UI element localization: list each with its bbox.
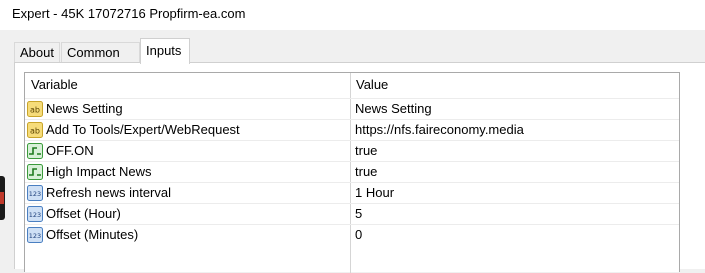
column-header-variable[interactable]: Variable [31,77,78,92]
variable-name: OFF.ON [46,143,94,158]
variable-name: High Impact News [46,164,152,179]
variable-name: Offset (Hour) [46,206,121,221]
variable-value[interactable]: 0 [355,227,362,242]
variable-name: Offset (Minutes) [46,227,139,242]
svg-text:ab: ab [30,106,40,115]
variable-value[interactable]: https://nfs.faireconomy.media [355,122,524,137]
bool-type-icon [27,143,43,159]
table-row[interactable]: ab Add To Tools/Expert/WebRequest https:… [25,119,679,141]
variable-value[interactable]: News Setting [355,101,432,116]
table-row[interactable]: 123 Refresh news interval 1 Hour [25,182,679,204]
variable-name: News Setting [46,101,123,116]
tab-about[interactable]: About [14,42,60,63]
string-type-icon: ab [27,122,43,138]
table-row[interactable]: High Impact News true [25,161,679,183]
variable-value[interactable]: true [355,164,377,179]
bool-type-icon [27,164,43,180]
cell-divider [350,120,351,141]
variable-name: Add To Tools/Expert/WebRequest [46,122,240,137]
variable-value[interactable]: true [355,143,377,158]
cell-divider [350,225,351,246]
tab-common[interactable]: Common [61,42,140,63]
svg-text:ab: ab [30,127,40,136]
table-row[interactable]: OFF.ON true [25,140,679,162]
cell-divider [350,141,351,162]
string-type-icon: ab [27,101,43,117]
svg-text:123: 123 [29,211,41,219]
variable-value[interactable]: 5 [355,206,362,221]
int-type-icon: 123 [27,227,43,243]
cell-divider [350,162,351,183]
column-header-value[interactable]: Value [356,77,388,92]
table-row[interactable]: 123 Offset (Hour) 5 [25,203,679,225]
cell-divider [350,99,351,120]
inputs-panel: Variable Value ab News Setting News Sett… [14,62,705,273]
table-row[interactable]: 123 Offset (Minutes) 0 [25,224,679,246]
int-type-icon: 123 [27,206,43,222]
int-type-icon: 123 [27,185,43,201]
tab-inputs[interactable]: Inputs [140,38,190,64]
background-window-edge [0,176,5,220]
grid-header: Variable Value [25,73,679,273]
variable-name: Refresh news interval [46,185,171,200]
cell-divider [350,183,351,204]
svg-text:123: 123 [29,232,41,240]
table-row[interactable]: ab News Setting News Setting [25,98,679,120]
cell-divider [350,204,351,225]
window-title: Expert - 45K 17072716 Propfirm-ea.com [0,0,705,30]
svg-text:123: 123 [29,190,41,198]
variable-value[interactable]: 1 Hour [355,185,394,200]
inputs-grid: Variable Value ab News Setting News Sett… [24,72,680,273]
